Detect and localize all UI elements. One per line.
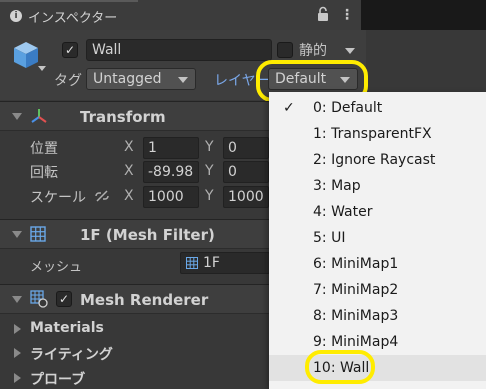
mesh-renderer-title: Mesh Renderer xyxy=(80,291,209,309)
rotation-label: 回転 xyxy=(30,165,58,181)
object-name-field[interactable]: Wall xyxy=(86,39,272,61)
rotation-x-field[interactable]: -89.98 xyxy=(143,161,199,183)
mesh-filter-title: 1F (Mesh Filter) xyxy=(80,226,215,244)
scale-x-axis[interactable]: X xyxy=(124,188,134,204)
scale-y-field[interactable]: 1000 xyxy=(223,186,269,208)
probes-subsection[interactable]: プローブ xyxy=(30,369,85,389)
layer-option-7[interactable]: 7: MiniMap2 xyxy=(269,277,486,303)
layer-option-3[interactable]: 3: Map xyxy=(269,173,486,199)
active-checkbox[interactable]: ✓ xyxy=(62,42,78,58)
chevron-down-icon xyxy=(178,77,188,83)
layer-option-label: 7: MiniMap2 xyxy=(313,282,399,298)
mesh-asset-icon xyxy=(186,257,198,269)
layer-option-5[interactable]: 5: UI xyxy=(269,225,486,251)
mesh-filter-icon xyxy=(30,226,46,242)
mesh-value: 1F xyxy=(203,255,220,271)
position-x-field[interactable]: 1 xyxy=(143,137,199,159)
mesh-renderer-icon xyxy=(30,290,48,308)
fold-arrow-icon[interactable] xyxy=(14,348,21,358)
layer-dropdown-menu: ✓ 0: Default 1: TransparentFX 2: Ignore … xyxy=(269,92,486,389)
rotation-x-axis[interactable]: X xyxy=(124,163,134,179)
fold-arrow-icon[interactable] xyxy=(12,296,22,303)
transform-title: Transform xyxy=(80,108,166,126)
selected-check-icon: ✓ xyxy=(283,100,295,116)
scale-x-field[interactable]: 1000 xyxy=(143,186,199,208)
position-label: 位置 xyxy=(30,141,58,157)
layer-option-label: 6: MiniMap1 xyxy=(313,256,399,272)
static-dropdown-arrow[interactable] xyxy=(345,48,355,54)
static-checkbox[interactable] xyxy=(277,42,293,58)
layer-option-label: 0: Default xyxy=(313,100,383,116)
layer-option-label: 9: MiniMap4 xyxy=(313,334,399,350)
layer-option-label: 5: UI xyxy=(313,230,346,246)
scale-label: スケール xyxy=(30,190,86,206)
fold-arrow-icon[interactable] xyxy=(12,231,22,238)
fold-arrow-icon[interactable] xyxy=(14,373,21,383)
rotation-y-field[interactable]: 0 xyxy=(223,161,269,183)
layer-option-label: 4: Water xyxy=(313,204,373,220)
layer-option-4[interactable]: 4: Water xyxy=(269,199,486,225)
position-y-field[interactable]: 0 xyxy=(223,137,269,159)
layer-option-0[interactable]: ✓ 0: Default xyxy=(269,95,486,121)
highlight-ring-wall-option xyxy=(305,350,375,384)
fold-arrow-icon[interactable] xyxy=(14,324,21,334)
layer-option-10[interactable]: 10: Wall xyxy=(269,355,486,381)
tag-value: Untagged xyxy=(93,71,162,87)
more-options-icon[interactable]: ⋮ xyxy=(340,8,354,22)
tag-dropdown[interactable]: Untagged xyxy=(86,68,196,90)
layer-option-2[interactable]: 2: Ignore Raycast xyxy=(269,147,486,173)
constrain-proportions-icon[interactable] xyxy=(94,189,110,203)
mesh-renderer-enabled-checkbox[interactable]: ✓ xyxy=(56,291,72,307)
scale-y-axis[interactable]: Y xyxy=(205,188,214,204)
position-y-axis[interactable]: Y xyxy=(205,139,214,155)
tag-label: タグ xyxy=(54,73,82,89)
lock-icon[interactable] xyxy=(316,6,330,22)
tab-inspector[interactable]: i インスペクター xyxy=(0,0,138,30)
layer-option-6[interactable]: 6: MiniMap1 xyxy=(269,251,486,277)
fold-arrow-icon[interactable] xyxy=(12,113,22,120)
layer-option-1[interactable]: 1: TransparentFX xyxy=(269,121,486,147)
static-label: 静的 xyxy=(299,43,327,59)
position-x-axis[interactable]: X xyxy=(124,139,134,155)
layer-option-label: 8: MiniMap3 xyxy=(313,308,399,324)
layer-option-label: 1: TransparentFX xyxy=(313,126,432,142)
layer-option-8[interactable]: 8: MiniMap3 xyxy=(269,303,486,329)
info-icon: i xyxy=(10,10,22,22)
lighting-subsection[interactable]: ライティング xyxy=(30,344,113,364)
layer-option-label: 3: Map xyxy=(313,178,361,194)
mesh-label: メッシュ xyxy=(30,260,83,275)
layer-option-label: 2: Ignore Raycast xyxy=(313,152,436,168)
materials-subsection[interactable]: Materials xyxy=(30,320,104,336)
tab-label: インスペクター xyxy=(28,10,118,26)
rotation-y-axis[interactable]: Y xyxy=(205,163,214,179)
icon-dropdown-arrow[interactable] xyxy=(38,66,46,71)
layer-option-9[interactable]: 9: MiniMap4 xyxy=(269,329,486,355)
transform-axes-icon xyxy=(31,109,47,123)
